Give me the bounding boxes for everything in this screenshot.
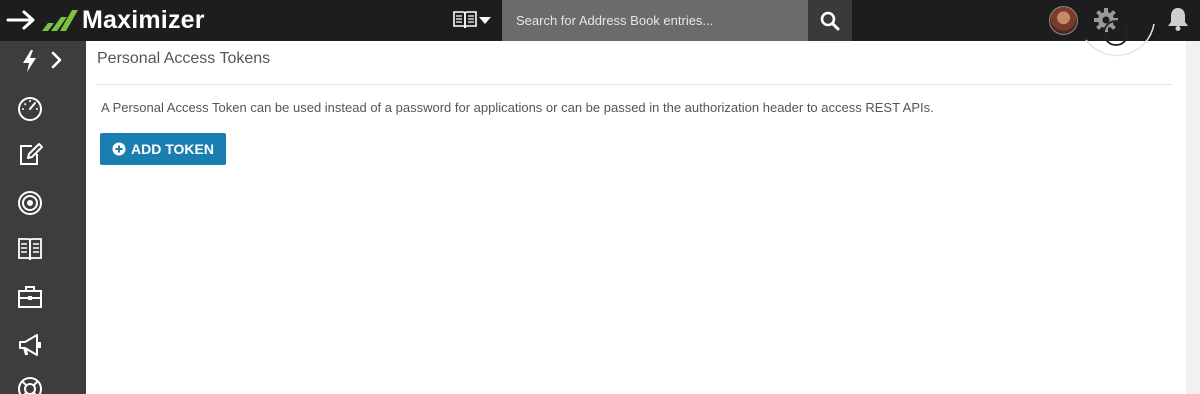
sidebar-item-notes[interactable] <box>14 139 46 171</box>
lifebuoy-icon <box>18 377 42 394</box>
search-input[interactable] <box>502 0 808 41</box>
sidebar <box>0 41 86 394</box>
divider <box>97 84 1172 85</box>
svg-text:?: ? <box>1112 26 1120 43</box>
address-book-switcher[interactable] <box>452 9 498 31</box>
lightning-icon <box>23 50 36 72</box>
page-description: A Personal Access Token can be used inst… <box>101 100 934 115</box>
logo-text: Maximizer <box>82 5 205 34</box>
scrollbar[interactable] <box>1186 41 1200 394</box>
sidebar-item-customer-service[interactable] <box>14 281 46 313</box>
sidebar-item-opportunities[interactable] <box>14 187 46 219</box>
chevron-right-icon[interactable] <box>48 49 66 71</box>
plus-circle-icon <box>112 142 126 156</box>
arrow-right-icon[interactable] <box>6 8 38 32</box>
address-book-icon <box>453 11 477 29</box>
search-button[interactable] <box>808 0 852 41</box>
bell-icon[interactable] <box>1166 6 1190 32</box>
briefcase-icon <box>18 286 42 308</box>
scrollbar-thumb[interactable] <box>1189 43 1197 123</box>
page-title: Personal Access Tokens <box>97 50 271 67</box>
sidebar-item-quick-actions[interactable] <box>14 45 46 77</box>
logo[interactable]: Maximizer <box>40 5 205 35</box>
help-icon[interactable]: ? <box>1076 0 1156 60</box>
edit-note-icon <box>20 143 43 165</box>
address-book-icon <box>18 238 42 261</box>
dashboard-gauge-icon <box>18 97 42 121</box>
search-icon <box>820 11 840 30</box>
search-box <box>502 0 808 41</box>
sidebar-item-support[interactable] <box>14 373 46 394</box>
logo-mark-icon <box>42 10 78 31</box>
megaphone-icon <box>19 334 41 356</box>
sidebar-item-dashboard[interactable] <box>14 92 46 124</box>
add-token-button[interactable]: ADD TOKEN <box>100 133 226 165</box>
sidebar-item-marketing[interactable] <box>14 329 46 361</box>
user-avatar[interactable] <box>1049 6 1078 35</box>
add-token-label: ADD TOKEN <box>131 141 214 157</box>
sidebar-item-address-book[interactable] <box>14 233 46 265</box>
target-icon <box>18 191 42 215</box>
top-bar: Maximizer <box>0 0 1200 41</box>
caret-down-icon <box>479 17 491 24</box>
